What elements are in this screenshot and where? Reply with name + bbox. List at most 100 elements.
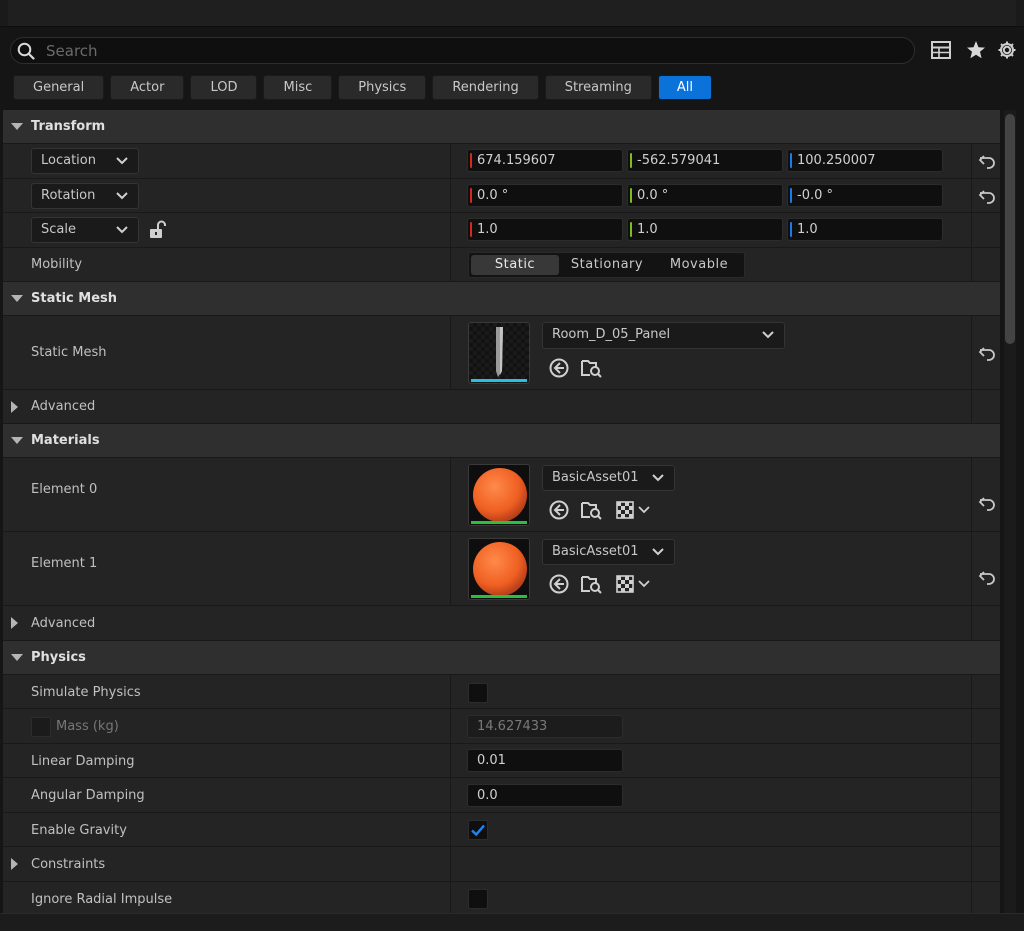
tab-misc[interactable]: Misc xyxy=(263,75,333,100)
rotation-y-field[interactable]: 0.0 ° xyxy=(627,184,783,207)
static-mesh-section-header[interactable]: Static Mesh xyxy=(3,282,1000,316)
column-divider xyxy=(450,316,451,389)
material-asset-dropdown[interactable]: BasicAsset01 xyxy=(542,539,675,565)
section-title: Materials xyxy=(31,433,100,448)
material-thumbnail[interactable] xyxy=(468,464,530,526)
mass-override-checkbox[interactable] xyxy=(31,717,51,737)
angular-damping-label: Angular Damping xyxy=(31,788,145,803)
scale-z-field[interactable]: 1.0 xyxy=(787,218,943,241)
static-mesh-thumbnail[interactable] xyxy=(468,322,530,384)
column-divider xyxy=(450,882,451,913)
tab-all[interactable]: All xyxy=(657,75,712,100)
static-mesh-advanced-row[interactable]: Advanced xyxy=(3,390,1000,424)
use-selected-asset-icon[interactable] xyxy=(548,499,570,521)
constraints-label: Constraints xyxy=(31,857,106,872)
texture-options-dropdown-icon[interactable] xyxy=(615,499,653,521)
angular-damping-field[interactable]: 0.0 xyxy=(467,784,623,807)
scale-mode-dropdown[interactable]: Scale xyxy=(31,217,139,243)
vertical-scrollbar[interactable] xyxy=(1004,110,1016,913)
mobility-option-static[interactable]: Static xyxy=(471,255,559,275)
linear-damping-label: Linear Damping xyxy=(31,754,135,769)
column-divider xyxy=(450,709,451,743)
transform-section-header[interactable]: Transform xyxy=(3,110,1000,144)
use-selected-asset-icon[interactable] xyxy=(548,357,570,379)
field-value: -562.579041 xyxy=(637,153,721,168)
location-row: Location 674.159607 -562.579041 100.2500… xyxy=(3,144,1000,179)
tab-physics[interactable]: Physics xyxy=(338,75,427,100)
scale-x-field[interactable]: 1.0 xyxy=(467,218,623,241)
mobility-option-movable[interactable]: Movable xyxy=(655,255,743,275)
static-mesh-label: Static Mesh xyxy=(31,345,107,360)
table-view-icon[interactable] xyxy=(930,39,952,61)
field-value: 100.250007 xyxy=(797,153,876,168)
constraints-row[interactable]: Constraints xyxy=(3,847,1000,882)
expand-arrow-icon xyxy=(11,858,18,870)
mobility-row: Mobility Static Stationary Movable xyxy=(3,248,1000,282)
static-mesh-asset-dropdown[interactable]: Room_D_05_Panel xyxy=(542,322,785,349)
x-axis-indicator xyxy=(470,188,472,203)
unlocked-padlock-icon[interactable] xyxy=(149,220,167,240)
favorites-star-icon[interactable] xyxy=(965,39,987,61)
reset-to-default-icon[interactable] xyxy=(978,189,996,205)
column-divider xyxy=(450,144,451,178)
location-x-field[interactable]: 674.159607 xyxy=(467,149,623,172)
collapse-arrow-icon xyxy=(11,437,23,444)
use-selected-asset-icon[interactable] xyxy=(548,573,570,595)
rotation-x-field[interactable]: 0.0 ° xyxy=(467,184,623,207)
scale-y-field[interactable]: 1.0 xyxy=(627,218,783,241)
column-divider xyxy=(971,813,972,846)
section-title: Transform xyxy=(31,119,106,134)
physics-section-header[interactable]: Physics xyxy=(3,641,1000,675)
scrollbar-thumb[interactable] xyxy=(1005,114,1015,344)
y-axis-indicator xyxy=(630,188,632,203)
location-mode-dropdown[interactable]: Location xyxy=(31,148,139,174)
rotation-mode-dropdown[interactable]: Rotation xyxy=(31,183,139,209)
panel-mesh-preview-icon xyxy=(469,323,529,383)
column-divider xyxy=(971,709,972,743)
column-divider xyxy=(450,248,451,281)
materials-section-header[interactable]: Materials xyxy=(3,424,1000,458)
rotation-row: Rotation 0.0 ° 0.0 ° -0.0 ° xyxy=(3,179,1000,213)
dropdown-label: Room_D_05_Panel xyxy=(552,327,671,342)
reset-to-default-icon[interactable] xyxy=(978,154,996,170)
material-thumbnail[interactable] xyxy=(468,538,530,600)
reset-to-default-icon[interactable] xyxy=(978,346,996,362)
browse-to-asset-icon[interactable] xyxy=(580,357,602,379)
texture-options-dropdown-icon[interactable] xyxy=(615,573,653,595)
mass-row: Mass (kg) 14.627433 xyxy=(3,709,1000,744)
location-y-field[interactable]: -562.579041 xyxy=(627,149,783,172)
material-asset-dropdown[interactable]: BasicAsset01 xyxy=(542,465,675,491)
search-box[interactable] xyxy=(10,37,915,64)
browse-to-asset-icon[interactable] xyxy=(580,573,602,595)
tab-streaming[interactable]: Streaming xyxy=(544,75,652,100)
x-axis-indicator xyxy=(470,153,472,168)
column-divider xyxy=(450,213,451,247)
search-input[interactable] xyxy=(46,41,906,61)
category-filter-tabs: General Actor LOD Misc Physics Rendering… xyxy=(13,75,712,100)
panel-tab-strip xyxy=(8,0,1016,26)
chevron-down-icon xyxy=(116,226,128,234)
column-divider xyxy=(450,744,451,777)
mobility-option-stationary[interactable]: Stationary xyxy=(563,255,651,275)
simulate-physics-checkbox[interactable] xyxy=(468,683,488,703)
tab-rendering[interactable]: Rendering xyxy=(432,75,539,100)
collapse-arrow-icon xyxy=(11,654,23,661)
tab-general[interactable]: General xyxy=(13,75,105,100)
field-value: 0.0 ° xyxy=(477,188,509,203)
tab-lod[interactable]: LOD xyxy=(190,75,258,100)
tab-actor[interactable]: Actor xyxy=(110,75,185,100)
rotation-z-field[interactable]: -0.0 ° xyxy=(787,184,943,207)
enable-gravity-checkbox[interactable] xyxy=(468,820,488,840)
ignore-radial-impulse-checkbox[interactable] xyxy=(468,889,488,909)
enable-gravity-label: Enable Gravity xyxy=(31,823,127,838)
reset-to-default-icon[interactable] xyxy=(978,496,996,512)
location-z-field[interactable]: 100.250007 xyxy=(787,149,943,172)
search-icon xyxy=(17,42,35,60)
linear-damping-field[interactable]: 0.01 xyxy=(467,749,623,772)
mobility-segmented-control: Static Stationary Movable xyxy=(468,252,745,278)
browse-to-asset-icon[interactable] xyxy=(580,499,602,521)
settings-gear-icon[interactable] xyxy=(996,39,1018,61)
materials-advanced-row[interactable]: Advanced xyxy=(3,606,1000,641)
reset-to-default-icon[interactable] xyxy=(978,570,996,586)
simulate-physics-row: Simulate Physics xyxy=(3,675,1000,709)
